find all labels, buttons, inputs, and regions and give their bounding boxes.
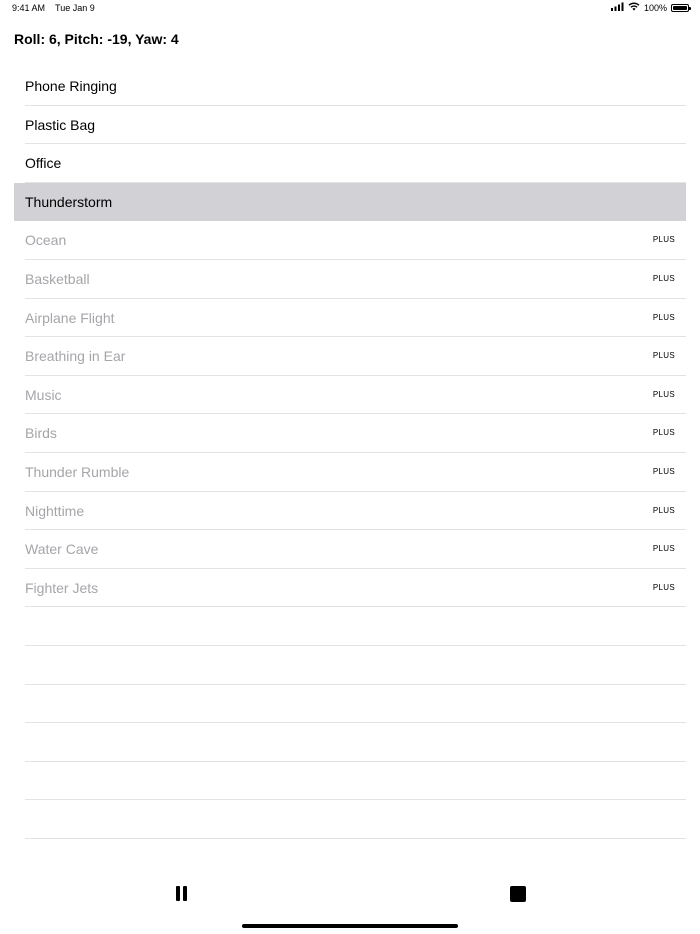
sound-label: Ocean (25, 232, 67, 249)
sound-row-office[interactable]: Office (14, 144, 686, 183)
empty-row (14, 800, 686, 839)
pause-bar-left (176, 886, 180, 901)
sound-row-airplane-flight[interactable]: Airplane Flight PLUS (14, 299, 686, 338)
sound-list: Phone Ringing Plastic Bag Office Thunder… (14, 67, 686, 839)
stop-icon (510, 886, 526, 902)
sound-label: Plastic Bag (25, 116, 96, 133)
empty-row (14, 762, 686, 801)
sound-row-basketball[interactable]: Basketball PLUS (14, 260, 686, 299)
empty-row (14, 607, 686, 646)
status-date: Tue Jan 9 (55, 3, 95, 13)
empty-row (14, 646, 686, 685)
sound-label: Airplane Flight (25, 309, 115, 326)
sound-label: Thunder Rumble (25, 463, 130, 480)
sound-row-nighttime[interactable]: Nighttime PLUS (14, 492, 686, 531)
plus-badge: PLUS (652, 312, 675, 322)
sound-row-phone-ringing[interactable]: Phone Ringing (14, 67, 686, 106)
sound-row-ocean[interactable]: Ocean PLUS (14, 221, 686, 260)
battery-percent: 100% (643, 2, 667, 13)
pause-bar-right (183, 886, 187, 901)
status-bar: 9:41 AM Tue Jan 9 100% (0, 0, 700, 18)
sound-row-plastic-bag[interactable]: Plastic Bag (14, 106, 686, 145)
sound-row-thunder-rumble[interactable]: Thunder Rumble PLUS (14, 453, 686, 492)
status-right: 100% (610, 2, 691, 13)
sound-label: Nighttime (25, 502, 85, 519)
sound-row-music[interactable]: Music PLUS (14, 376, 686, 415)
sound-row-fighter-jets[interactable]: Fighter Jets PLUS (14, 569, 686, 608)
sound-row-breathing-in-ear[interactable]: Breathing in Ear PLUS (14, 337, 686, 376)
plus-badge: PLUS (652, 273, 675, 283)
sound-label: Fighter Jets (25, 579, 99, 596)
status-time: 9:41 AM (12, 3, 46, 13)
sound-row-birds[interactable]: Birds PLUS (14, 414, 686, 453)
sound-label: Birds (25, 425, 57, 442)
sound-label: Basketball (25, 270, 90, 287)
plus-badge: PLUS (652, 389, 675, 399)
attitude-readout: Roll: 6, Pitch: -19, Yaw: 4 (14, 31, 179, 47)
plus-badge: PLUS (652, 235, 675, 245)
pause-button[interactable] (172, 882, 192, 904)
plus-badge: PLUS (652, 428, 675, 438)
sound-label: Office (25, 155, 62, 172)
sound-label: Thunderstorm (25, 193, 113, 210)
sound-row-water-cave[interactable]: Water Cave PLUS (14, 530, 686, 569)
stop-button[interactable] (508, 884, 528, 904)
sound-label: Music (25, 386, 62, 403)
battery-icon (671, 3, 691, 12)
battery-fill (673, 5, 687, 10)
wifi-icon (628, 2, 640, 13)
cellular-signal-icon (610, 2, 624, 13)
empty-row (14, 685, 686, 724)
sound-label: Phone Ringing (25, 78, 117, 94)
plus-badge: PLUS (652, 582, 675, 592)
plus-badge: PLUS (652, 544, 675, 554)
plus-badge: PLUS (652, 505, 675, 515)
home-indicator[interactable] (242, 924, 458, 928)
plus-badge: PLUS (652, 466, 675, 476)
empty-row (14, 723, 686, 762)
sound-label: Water Cave (25, 541, 99, 558)
sound-label: Breathing in Ear (25, 348, 126, 365)
status-left: 9:41 AM Tue Jan 9 (12, 3, 95, 13)
sound-row-thunderstorm[interactable]: Thunderstorm (14, 182, 686, 222)
plus-badge: PLUS (652, 351, 675, 361)
